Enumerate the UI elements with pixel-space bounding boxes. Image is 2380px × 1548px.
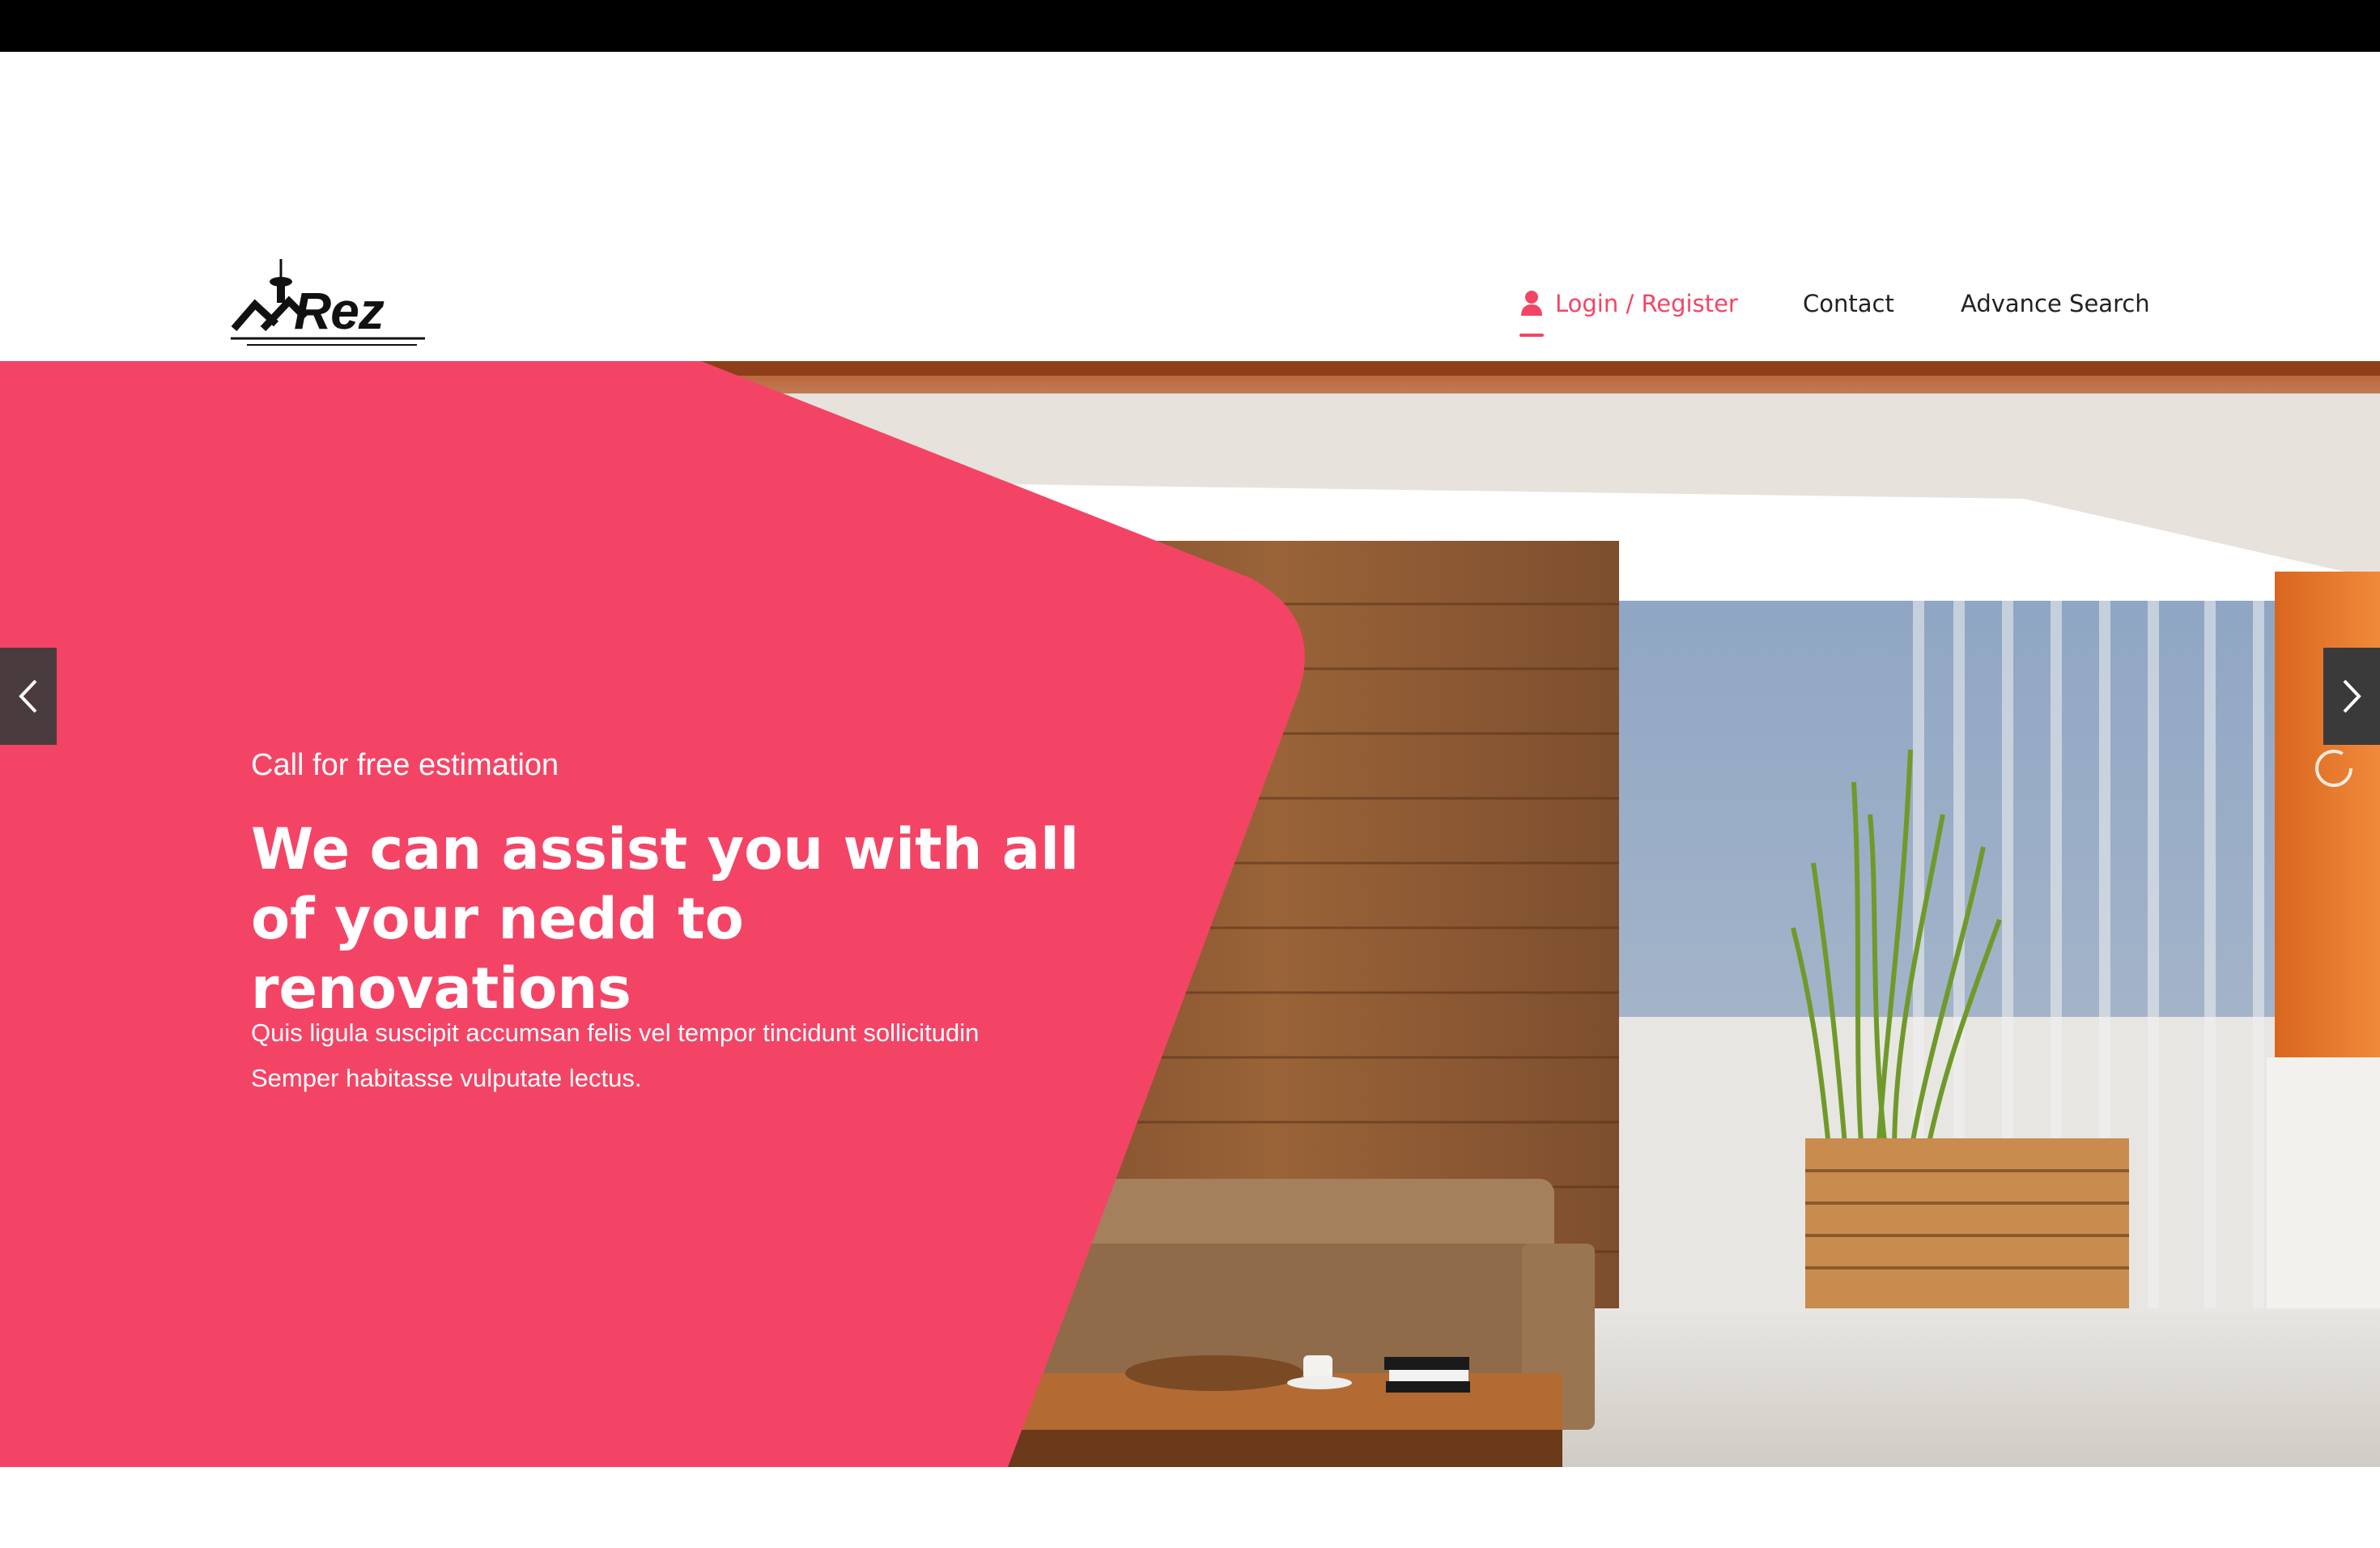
nav-contact[interactable]: Contact [1803,287,1894,320]
hero-kicker: Call for free estimation [251,748,559,782]
hero-slider: Call for free estimation We can assist y… [0,361,2380,1467]
chevron-left-icon [19,679,37,713]
user-icon [1519,290,1544,337]
slider-prev-button[interactable] [0,648,57,745]
nav-login-register[interactable]: Login / Register [1519,287,1738,337]
hero-title: We can assist you with all of your nedd … [251,816,1080,1022]
loading-spinner-icon [2314,748,2354,789]
active-indicator [1519,334,1544,337]
browser-top-bar [0,0,2380,52]
nav-advance-search[interactable]: Advance Search [1961,287,2150,320]
hero-description: Quis ligula suscipit accumsan felis vel … [251,1019,980,1092]
main-nav: Login / Register Contact Advance Search [0,287,2380,337]
page-bottom-area [0,1467,2380,1548]
slider-next-button[interactable] [2323,648,2380,745]
nav-login-label: Login / Register [1555,290,1738,317]
chevron-right-icon [2343,679,2361,713]
